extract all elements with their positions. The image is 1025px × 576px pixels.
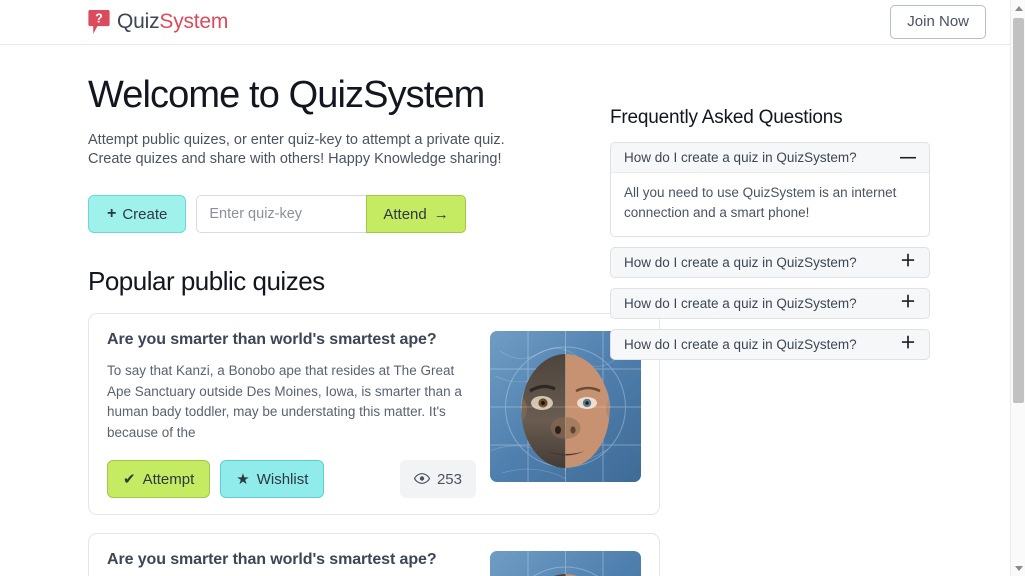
- svg-text:?: ?: [95, 11, 103, 25]
- faq-item: How do I create a quiz in QuizSystem? ＋: [610, 246, 930, 278]
- hero-subtitle-line-2: Create quizes and share with others! Hap…: [88, 150, 502, 167]
- minus-icon: —: [900, 148, 916, 166]
- faq-item: How do I create a quiz in QuizSystem? ＋: [610, 328, 930, 360]
- page-content: ? QuizSystem Join Now Welcome to QuizSys…: [0, 0, 1010, 576]
- quiz-card-title: Are you smarter than world's smartest ap…: [107, 551, 437, 569]
- faq-column: Frequently Asked Questions How do I crea…: [600, 45, 930, 576]
- browser-viewport: ? QuizSystem Join Now Welcome to QuizSys…: [0, 0, 1025, 576]
- plus-icon: ＋: [899, 294, 916, 311]
- eye-icon: [413, 471, 431, 488]
- faq-question-toggle[interactable]: How do I create a quiz in QuizSystem? ＋: [610, 328, 930, 360]
- attend-button-label: Attend: [383, 205, 427, 223]
- faq-question-label: How do I create a quiz in QuizSystem?: [624, 150, 857, 165]
- faq-item: How do I create a quiz in QuizSystem? — …: [610, 142, 930, 237]
- create-button-label: Create: [122, 205, 168, 223]
- quiz-card[interactable]: Are you smarter than world's smartest ap…: [88, 313, 660, 516]
- scroll-down-arrow-icon[interactable]: [1011, 560, 1025, 576]
- quiz-card-actions: ✔ Attempt ★ Wishlist 253: [107, 460, 476, 499]
- join-now-button[interactable]: Join Now: [890, 5, 986, 39]
- brand-secondary: System: [159, 10, 229, 33]
- faq-question-toggle[interactable]: How do I create a quiz in QuizSystem? ＋: [610, 287, 930, 319]
- quiz-card-body: Are you smarter than world's smartest ap…: [107, 551, 490, 576]
- faq-question-label: How do I create a quiz in QuizSystem?: [624, 336, 857, 352]
- popular-quizes-heading: Popular public quizes: [88, 266, 325, 297]
- faq-answer: All you need to use QuizSystem is an int…: [610, 173, 930, 237]
- faq-heading: Frequently Asked Questions: [610, 107, 843, 128]
- wishlist-button[interactable]: ★ Wishlist: [220, 460, 325, 499]
- views-badge: 253: [399, 460, 476, 499]
- scrollbar-thumb[interactable]: [1013, 18, 1024, 403]
- create-quiz-button[interactable]: + Create: [88, 195, 187, 234]
- quiz-card-body: Are you smarter than world's smartest ap…: [107, 331, 490, 499]
- quiz-card[interactable]: Are you smarter than world's smartest ap…: [88, 533, 660, 576]
- hero-subtitle: Attempt public quizes, or enter quiz-key…: [88, 131, 600, 169]
- attempt-button-label: Attempt: [142, 470, 195, 488]
- plus-icon: ＋: [899, 335, 916, 352]
- quiz-key-group: Attend →: [196, 195, 466, 234]
- brand-primary: Quiz: [117, 10, 160, 33]
- main-column: Welcome to QuizSystem Attempt public qui…: [0, 45, 660, 576]
- quiz-action-row: + Create Attend →: [88, 195, 600, 234]
- faq-question-label: How do I create a quiz in QuizSystem?: [624, 295, 857, 311]
- site-header: ? QuizSystem Join Now: [0, 0, 1010, 45]
- quiz-card-description: To say that Kanzi, a Bonobo ape that res…: [107, 363, 462, 440]
- faq-item: How do I create a quiz in QuizSystem? ＋: [610, 287, 930, 319]
- brand-wordmark: QuizSystem: [117, 10, 228, 34]
- faq-question-toggle[interactable]: How do I create a quiz in QuizSystem? —: [610, 142, 930, 173]
- scroll-up-arrow-icon[interactable]: [1011, 0, 1025, 16]
- attend-quiz-button[interactable]: Attend →: [366, 195, 466, 234]
- page-title: Welcome to QuizSystem: [88, 74, 485, 116]
- plus-icon: ＋: [899, 253, 916, 270]
- star-icon: ★: [236, 471, 250, 489]
- hero-subtitle-line-1: Attempt public quizes, or enter quiz-key…: [88, 131, 505, 148]
- quiz-key-input[interactable]: [196, 195, 367, 234]
- check-icon: ✔: [123, 471, 136, 489]
- faq-question-label: How do I create a quiz in QuizSystem?: [624, 254, 857, 270]
- page-scrollbar[interactable]: [1010, 0, 1025, 576]
- faq-question-toggle[interactable]: How do I create a quiz in QuizSystem? ＋: [610, 246, 930, 278]
- page-body: Welcome to QuizSystem Attempt public qui…: [0, 45, 1010, 576]
- quiz-card-title: Are you smarter than world's smartest ap…: [107, 331, 437, 349]
- brand-logo[interactable]: ? QuizSystem: [88, 9, 228, 35]
- attempt-button[interactable]: ✔ Attempt: [107, 460, 211, 499]
- views-count: 253: [436, 470, 462, 488]
- question-speech-bubble-icon: ?: [88, 9, 110, 35]
- arrow-right-icon: →: [433, 205, 449, 223]
- plus-icon: +: [107, 205, 117, 223]
- wishlist-button-label: Wishlist: [256, 470, 309, 488]
